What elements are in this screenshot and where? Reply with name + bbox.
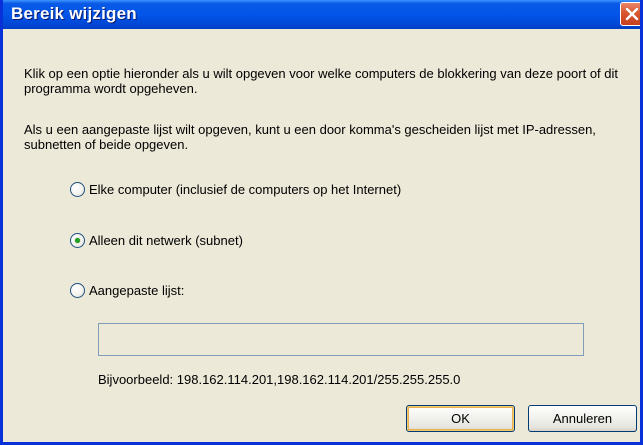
- radio-label: Alleen dit netwerk (subnet): [89, 232, 243, 248]
- radio-label: Elke computer (inclusief de computers op…: [89, 181, 402, 197]
- window-title: Bereik wijzigen: [11, 4, 137, 23]
- radio-any-computer[interactable]: Elke computer (inclusief de computers op…: [70, 180, 401, 198]
- close-icon: [625, 7, 639, 21]
- radio-label: Aangepaste lijst:: [89, 282, 185, 298]
- example-hint: Bijvoorbeeld: 198.162.114.201,198.162.11…: [98, 372, 461, 387]
- radio-button[interactable]: [70, 181, 85, 197]
- cancel-button[interactable]: Annuleren: [528, 405, 637, 432]
- title-bar[interactable]: Bereik wijzigen: [3, 0, 640, 29]
- radio-selected-dot: [75, 237, 80, 243]
- radio-button[interactable]: [70, 282, 85, 298]
- intro-text: Klik op een optie hieronder als u wilt o…: [24, 66, 619, 96]
- close-button[interactable]: [620, 2, 640, 26]
- radio-button[interactable]: [70, 232, 85, 248]
- custom-list-explanation: Als u een aangepaste lijst wilt opgeven,…: [24, 122, 596, 152]
- custom-list-input[interactable]: [98, 323, 584, 356]
- radio-my-network[interactable]: Alleen dit netwerk (subnet): [70, 231, 243, 249]
- radio-custom-list[interactable]: Aangepaste lijst:: [70, 281, 184, 299]
- ok-button[interactable]: OK: [406, 405, 515, 432]
- dialog-content: Klik op een optie hieronder als u wilt o…: [3, 29, 640, 442]
- dialog-window: Bereik wijzigen Klik op een optie hieron…: [0, 0, 643, 445]
